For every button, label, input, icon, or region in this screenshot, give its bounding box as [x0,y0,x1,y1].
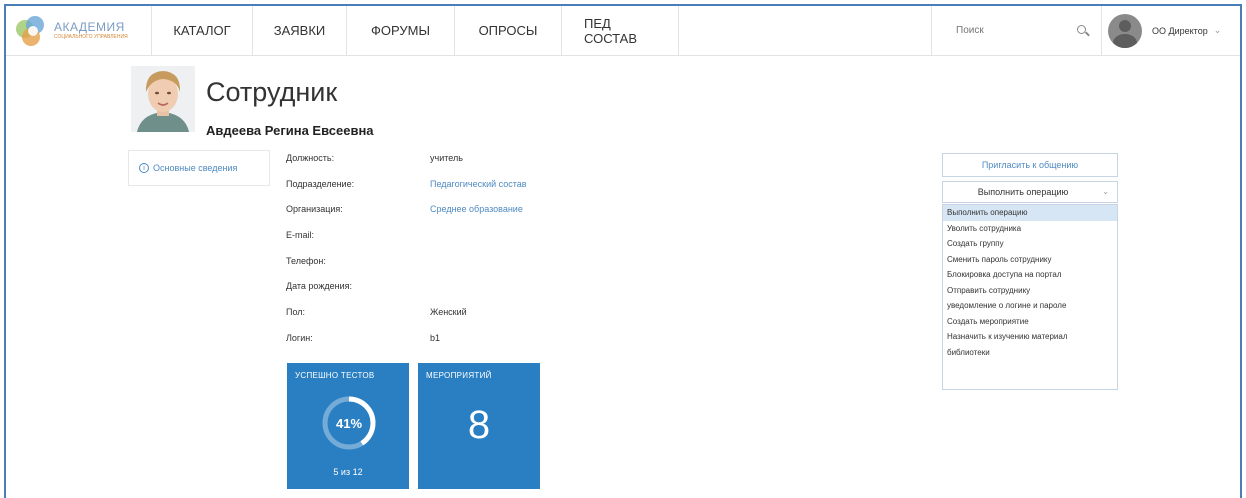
search-input[interactable] [956,25,1056,36]
operations-option[interactable]: библиотеки [943,345,1117,361]
invite-to-chat-button[interactable]: Пригласить к общению [942,153,1118,177]
employee-name: Авдеева Регина Евсеевна [206,123,374,138]
nav-item-requests[interactable]: ЗАЯВКИ [253,6,347,55]
operations-option[interactable]: Уволить сотрудника [943,221,1117,237]
detail-label: Логин: [286,332,313,343]
detail-label: Пол: [286,307,306,318]
tests-tile-label: УСПЕШНО ТЕСТОВ [295,371,375,380]
employee-photo [131,66,195,132]
avatar[interactable] [1108,13,1142,48]
logo-icon [14,14,48,48]
search-box [932,6,1102,55]
detail-row-email: E-mail: [286,230,527,256]
operations-option[interactable]: Выполнить операцию [943,205,1117,221]
info-icon: i [139,163,149,173]
employee-details: Должность: учитель Подразделение: Педаго… [286,153,527,359]
operations-select-value: Выполнить операцию [977,187,1069,197]
detail-label: Подразделение: [286,178,355,189]
chevron-down-icon[interactable]: ⌄ [1102,187,1109,196]
events-tile-label: МЕРОПРИЯТИЙ [426,371,492,380]
operations-dropdown-list: Выполнить операцию Уволить сотрудника Со… [942,204,1118,390]
organization-link[interactable]: Среднее образование [430,204,523,214]
chevron-down-icon[interactable]: ⌄ [1214,25,1222,36]
logo-title: АКАДЕМИЯ [54,20,125,34]
detail-row-login: Логин: b1 [286,333,527,359]
main-nav: КАТАЛОГ ЗАЯВКИ ФОРУМЫ ОПРОСЫ ПЕД СОСТАВ [152,6,679,55]
detail-label: Дата рождения: [286,281,352,292]
nav-spacer [679,6,932,55]
detail-label: Должность: [286,153,335,163]
events-tile[interactable]: МЕРОПРИЯТИЙ 8 [418,363,540,489]
tests-percent: 41% [335,415,363,431]
events-count: 8 [467,403,491,447]
logo[interactable]: АКАДЕМИЯ СОЦИАЛЬНОГО УПРАВЛЕНИЯ [6,6,152,55]
nav-item-catalog[interactable]: КАТАЛОГ [152,6,253,55]
operations-select[interactable]: Выполнить операцию ⌄ [942,181,1118,203]
detail-value: учитель [430,153,463,163]
tests-tile[interactable]: УСПЕШНО ТЕСТОВ 41% 5 из 12 [287,363,409,489]
sidebar-item-label: Основные сведения [153,163,238,173]
detail-label: Телефон: [286,255,326,266]
operations-option[interactable]: Создать мероприятие [943,314,1117,330]
detail-label: Организация: [286,204,343,215]
detail-row-gender: Пол: Женский [286,307,527,333]
user-name[interactable]: ОО Директор [1152,26,1208,36]
department-link[interactable]: Педагогический состав [430,179,527,189]
detail-row-birthdate: Дата рождения: [286,281,527,307]
detail-value: b1 [430,332,441,343]
page-title: Сотрудник [206,77,338,107]
user-menu[interactable]: ОО Директор ⌄ [1102,6,1240,55]
operations-option[interactable]: Назначить к изучению материал [943,329,1117,345]
app-window: АКАДЕМИЯ СОЦИАЛЬНОГО УПРАВЛЕНИЯ КАТАЛОГ … [4,4,1242,498]
top-navigation-bar: АКАДЕМИЯ СОЦИАЛЬНОГО УПРАВЛЕНИЯ КАТАЛОГ … [6,6,1240,56]
tests-count: 5 из 12 [333,467,363,477]
detail-row-department: Подразделение: Педагогический состав [286,179,527,205]
search-icon[interactable] [1077,24,1089,37]
detail-label: E-mail: [286,230,315,241]
sidebar-item-basic-info[interactable]: i Основные сведения [128,150,270,186]
detail-row-organization: Организация: Среднее образование [286,204,527,230]
operations-option[interactable]: уведомление о логине и пароле [943,298,1117,314]
detail-row-phone: Телефон: [286,256,527,282]
detail-row-position: Должность: учитель [286,153,527,179]
logo-subtitle: СОЦИАЛЬНОГО УПРАВЛЕНИЯ [54,34,128,40]
nav-item-forums[interactable]: ФОРУМЫ [347,6,455,55]
nav-item-surveys[interactable]: ОПРОСЫ [455,6,562,55]
operations-option[interactable]: Создать группу [943,236,1117,252]
detail-value: Женский [430,307,467,318]
operations-option[interactable]: Блокировка доступа на портал [943,267,1117,283]
operations-option[interactable]: Сменить пароль сотруднику [943,252,1117,268]
operations-option[interactable]: Отправить сотруднику [943,283,1117,299]
nav-item-staff[interactable]: ПЕД СОСТАВ [562,6,679,55]
